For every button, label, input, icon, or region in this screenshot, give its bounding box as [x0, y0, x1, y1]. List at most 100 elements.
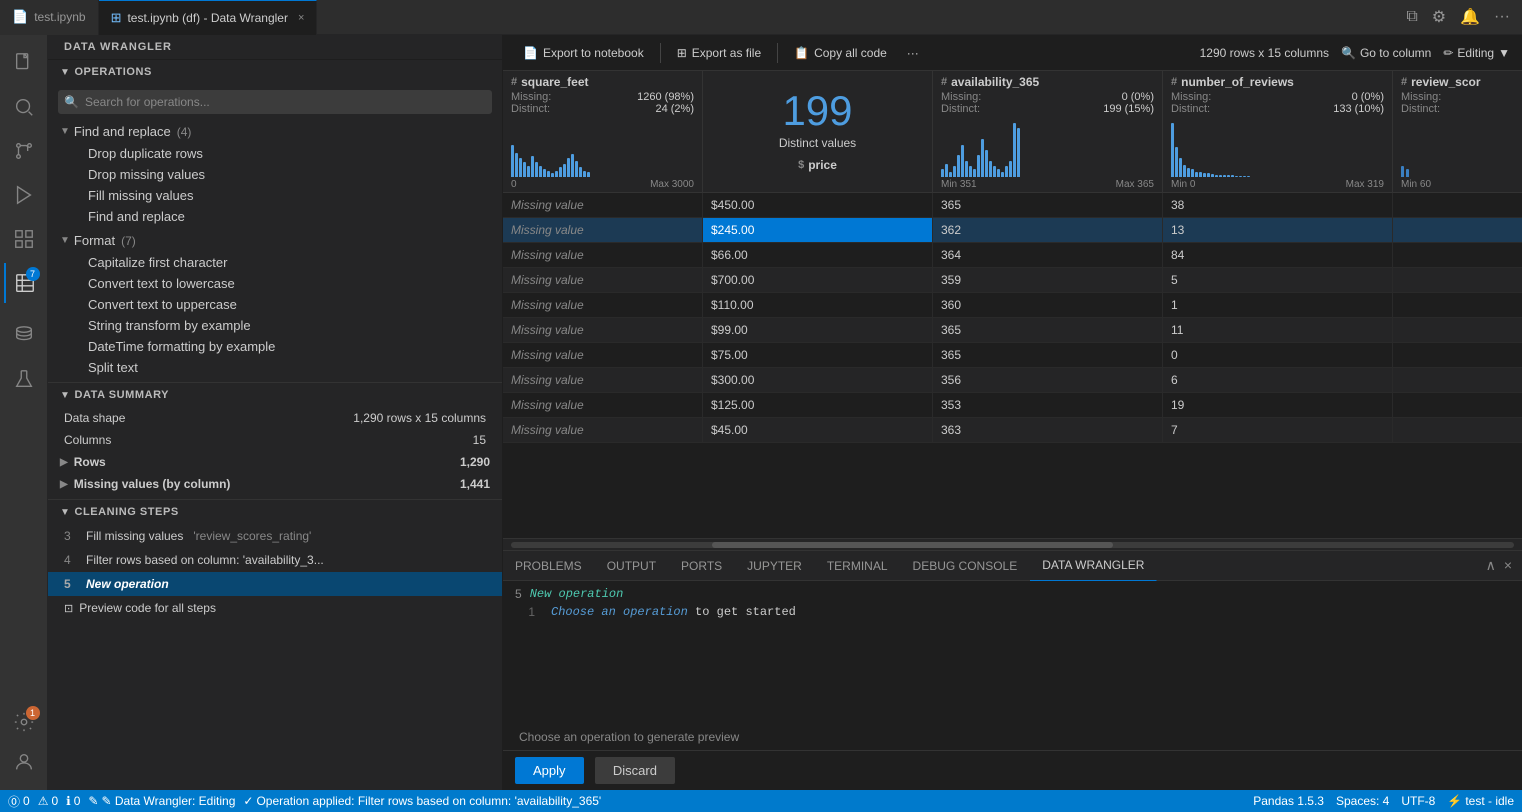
tab-problems[interactable]: PROBLEMS [503, 551, 595, 581]
cell-price-7: $75.00 [703, 343, 933, 367]
rows-expandable[interactable]: ▶ Rows 1,290 [48, 451, 502, 473]
status-info[interactable]: ℹ 0 [66, 794, 80, 808]
discard-button[interactable]: Discard [595, 757, 675, 784]
tab-jupyter[interactable]: JUPYTER [735, 551, 815, 581]
panel-footer: Apply Discard [503, 750, 1522, 790]
find-replace-parent[interactable]: ▼ Find and replace (4) [48, 120, 502, 143]
cell-avail-2: 362 [933, 218, 1163, 242]
drop-missing-values[interactable]: Drop missing values [48, 164, 502, 185]
activity-flask[interactable] [4, 359, 44, 399]
activity-settings[interactable]: 1 [4, 702, 44, 742]
status-encoding[interactable]: UTF-8 [1401, 794, 1435, 808]
section-data-summary[interactable]: ▼ DATA SUMMARY [48, 383, 502, 407]
columns-row: Columns 15 [48, 429, 502, 451]
status-errors[interactable]: ⓪ 0 [8, 793, 30, 810]
cell-rev-10: 7 [1163, 418, 1393, 442]
notifications-icon[interactable]: 🔔 [1456, 5, 1484, 29]
split-editor-icon[interactable]: ⧉ [1402, 6, 1421, 28]
format-parent[interactable]: ▼ Format (7) [48, 229, 502, 252]
table-row: Missing value $450.00 365 38 [503, 193, 1522, 218]
find-replace-group: ▼ Find and replace (4) Drop duplicate ro… [48, 120, 502, 227]
activity-search[interactable] [4, 87, 44, 127]
cell-score-5 [1393, 293, 1522, 317]
apply-button[interactable]: Apply [515, 757, 584, 784]
panel-maximize-icon[interactable]: ∧ [1484, 555, 1498, 576]
editing-mode[interactable]: ✏ Editing ▼ [1443, 46, 1510, 60]
more-actions-icon[interactable]: ··· [1490, 6, 1514, 28]
status-pandas[interactable]: Pandas 1.5.3 [1253, 794, 1324, 808]
code-to-text: to get started [695, 605, 796, 619]
activity-database[interactable] [4, 315, 44, 355]
datetime-format-example[interactable]: DateTime formatting by example [48, 336, 502, 357]
copy-code-btn[interactable]: 📋 Copy all code [786, 43, 895, 63]
sidebar: DATA WRANGLER ▼ OPERATIONS 🔍 ▼ Find and … [48, 35, 503, 790]
tab-close-icon[interactable]: × [298, 12, 304, 24]
capitalize-first-char[interactable]: Capitalize first character [48, 252, 502, 273]
cell-sq-2: Missing value [503, 218, 703, 242]
cell-score-7 [1393, 343, 1522, 367]
status-operation: ✓ Operation applied: Filter rows based o… [243, 794, 601, 808]
activity-extensions[interactable] [4, 219, 44, 259]
export-file-btn[interactable]: ⊞ Export as file [669, 43, 769, 63]
missing-chevron: ▶ [60, 479, 68, 490]
fill-missing-values[interactable]: Fill missing values [48, 185, 502, 206]
export-notebook-btn[interactable]: 📄 Export to notebook [515, 43, 652, 63]
cleaning-step-3[interactable]: 3 Fill missing values 'review_scores_rat… [48, 524, 502, 548]
scrollbar-track [511, 542, 1514, 548]
cell-rev-7: 0 [1163, 343, 1393, 367]
cell-price-2: $245.00 [703, 218, 933, 242]
status-spaces[interactable]: Spaces: 4 [1336, 794, 1389, 808]
status-editing[interactable]: ✎ ✎ Data Wrangler: Editing [88, 794, 235, 808]
cell-rev-2: 13 [1163, 218, 1393, 242]
cell-price-4: $700.00 [703, 268, 933, 292]
check-icon: ✓ [243, 794, 253, 808]
toolbar-right: 1290 rows x 15 columns 🔍 Go to column ✏ … [1200, 46, 1510, 60]
cleaning-chevron: ▼ [60, 507, 70, 518]
search-input[interactable] [58, 90, 492, 114]
more-actions-btn[interactable]: ··· [899, 43, 927, 63]
status-warnings[interactable]: ⚠ 0 [38, 794, 58, 808]
panel-close-icon[interactable]: × [1502, 555, 1514, 576]
activity-run-debug[interactable] [4, 175, 44, 215]
string-transform-example[interactable]: String transform by example [48, 315, 502, 336]
cell-rev-9: 19 [1163, 393, 1393, 417]
find-and-replace[interactable]: Find and replace [48, 206, 502, 227]
panel-header-line: 5 New operation [503, 585, 1522, 603]
activity-data-wrangler[interactable]: 7 [4, 263, 44, 303]
cell-avail-7: 365 [933, 343, 1163, 367]
panel-content: 5 New operation 1 Choose an operation to… [503, 581, 1522, 724]
activity-account[interactable] [4, 742, 44, 782]
preview-code-btn[interactable]: ⊡ Preview code for all steps [48, 596, 502, 620]
format-chevron: ▼ [60, 235, 70, 246]
tab-data-wrangler[interactable]: DATA WRANGLER [1030, 551, 1157, 581]
cleaning-step-5-active[interactable]: 5 New operation [48, 572, 502, 596]
drop-duplicate-rows[interactable]: Drop duplicate rows [48, 143, 502, 164]
cell-rev-6: 11 [1163, 318, 1393, 342]
status-test-idle[interactable]: ⚡ test - idle [1447, 794, 1514, 808]
tab-debug-console[interactable]: DEBUG CONSOLE [901, 551, 1031, 581]
editing-dropdown-icon: ▼ [1498, 46, 1510, 60]
go-to-column-btn[interactable]: 🔍 Go to column [1341, 46, 1431, 60]
search-column-icon: 🔍 [1341, 46, 1356, 60]
activity-source-control[interactable] [4, 131, 44, 171]
tab-output[interactable]: OUTPUT [595, 551, 669, 581]
convert-uppercase[interactable]: Convert text to uppercase [48, 294, 502, 315]
split-text[interactable]: Split text [48, 357, 502, 378]
cleaning-step-4[interactable]: 4 Filter rows based on column: 'availabi… [48, 548, 502, 572]
tab-inactive[interactable]: 📄 test.ipynb [0, 0, 99, 35]
grid-scrollbar[interactable] [503, 538, 1522, 550]
cell-price-1: $450.00 [703, 193, 933, 217]
tab-terminal[interactable]: TERMINAL [815, 551, 901, 581]
idle-icon: ⚡ [1447, 794, 1462, 808]
convert-lowercase[interactable]: Convert text to lowercase [48, 273, 502, 294]
cell-avail-4: 359 [933, 268, 1163, 292]
section-cleaning-steps[interactable]: ▼ CLEANING STEPS [48, 500, 502, 524]
settings-icon[interactable]: ⚙ [1428, 5, 1450, 29]
tab-ports[interactable]: PORTS [669, 551, 735, 581]
tab-active[interactable]: ⊞ test.ipynb (df) - Data Wrangler × [99, 0, 318, 35]
warning-icon: ⚠ [38, 794, 49, 808]
tab-actions-right: ⧉ ⚙ 🔔 ··· [1402, 5, 1522, 29]
activity-files[interactable] [4, 43, 44, 83]
missing-values-expandable[interactable]: ▶ Missing values (by column) 1,441 [48, 473, 502, 495]
section-operations[interactable]: ▼ OPERATIONS [48, 60, 502, 84]
